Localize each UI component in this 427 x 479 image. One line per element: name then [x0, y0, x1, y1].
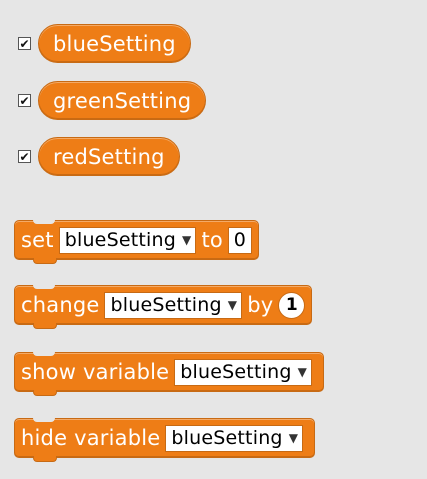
variable-reporter-bluesetting[interactable]: blueSetting — [38, 24, 191, 63]
dropdown-value: blueSetting — [110, 294, 222, 316]
variable-checkbox[interactable]: ✔ — [18, 150, 31, 163]
block-label: set — [21, 228, 54, 252]
variable-row-greensetting: ✔ greenSetting — [18, 81, 207, 120]
value-input[interactable]: 1 — [278, 291, 306, 319]
dropdown-arrow-icon: ▼ — [288, 431, 299, 445]
block-label: change — [21, 293, 100, 317]
variable-row-redsetting: ✔ redSetting — [18, 137, 180, 176]
variable-reporter-greensetting[interactable]: greenSetting — [38, 81, 207, 120]
variables-palette: ✔ blueSetting ✔ greenSetting ✔ redSettin… — [0, 0, 427, 479]
variable-dropdown[interactable]: blueSetting ▼ — [174, 358, 313, 386]
check-icon: ✔ — [19, 149, 30, 164]
hide-variable-block[interactable]: hide variable blueSetting ▼ — [14, 418, 316, 462]
value-input[interactable]: 0 — [227, 226, 252, 254]
dropdown-arrow-icon: ▼ — [297, 365, 308, 379]
check-icon: ✔ — [19, 93, 30, 108]
variable-row-bluesetting: ✔ blueSetting — [18, 24, 191, 63]
dropdown-value: blueSetting — [180, 361, 292, 383]
check-icon: ✔ — [19, 36, 30, 51]
change-variable-block[interactable]: change blueSetting ▼ by 1 — [14, 285, 313, 329]
dropdown-value: blueSetting — [171, 427, 283, 449]
show-variable-block[interactable]: show variable blueSetting ▼ — [14, 352, 325, 396]
block-label: hide variable — [21, 426, 161, 450]
block-label: to — [201, 228, 223, 252]
set-variable-block[interactable]: set blueSetting ▼ to 0 — [14, 220, 259, 264]
variable-dropdown[interactable]: blueSetting ▼ — [165, 424, 304, 452]
variable-reporter-redsetting[interactable]: redSetting — [38, 137, 180, 176]
dropdown-value: blueSetting — [64, 229, 177, 251]
dropdown-arrow-icon: ▼ — [182, 233, 192, 247]
variable-checkbox[interactable]: ✔ — [18, 37, 31, 50]
block-label: by — [247, 293, 274, 317]
variable-dropdown[interactable]: blueSetting ▼ — [104, 291, 243, 319]
variable-dropdown[interactable]: blueSetting ▼ — [58, 226, 197, 254]
block-label: show variable — [21, 360, 170, 384]
dropdown-arrow-icon: ▼ — [227, 298, 238, 312]
variable-checkbox[interactable]: ✔ — [18, 94, 31, 107]
